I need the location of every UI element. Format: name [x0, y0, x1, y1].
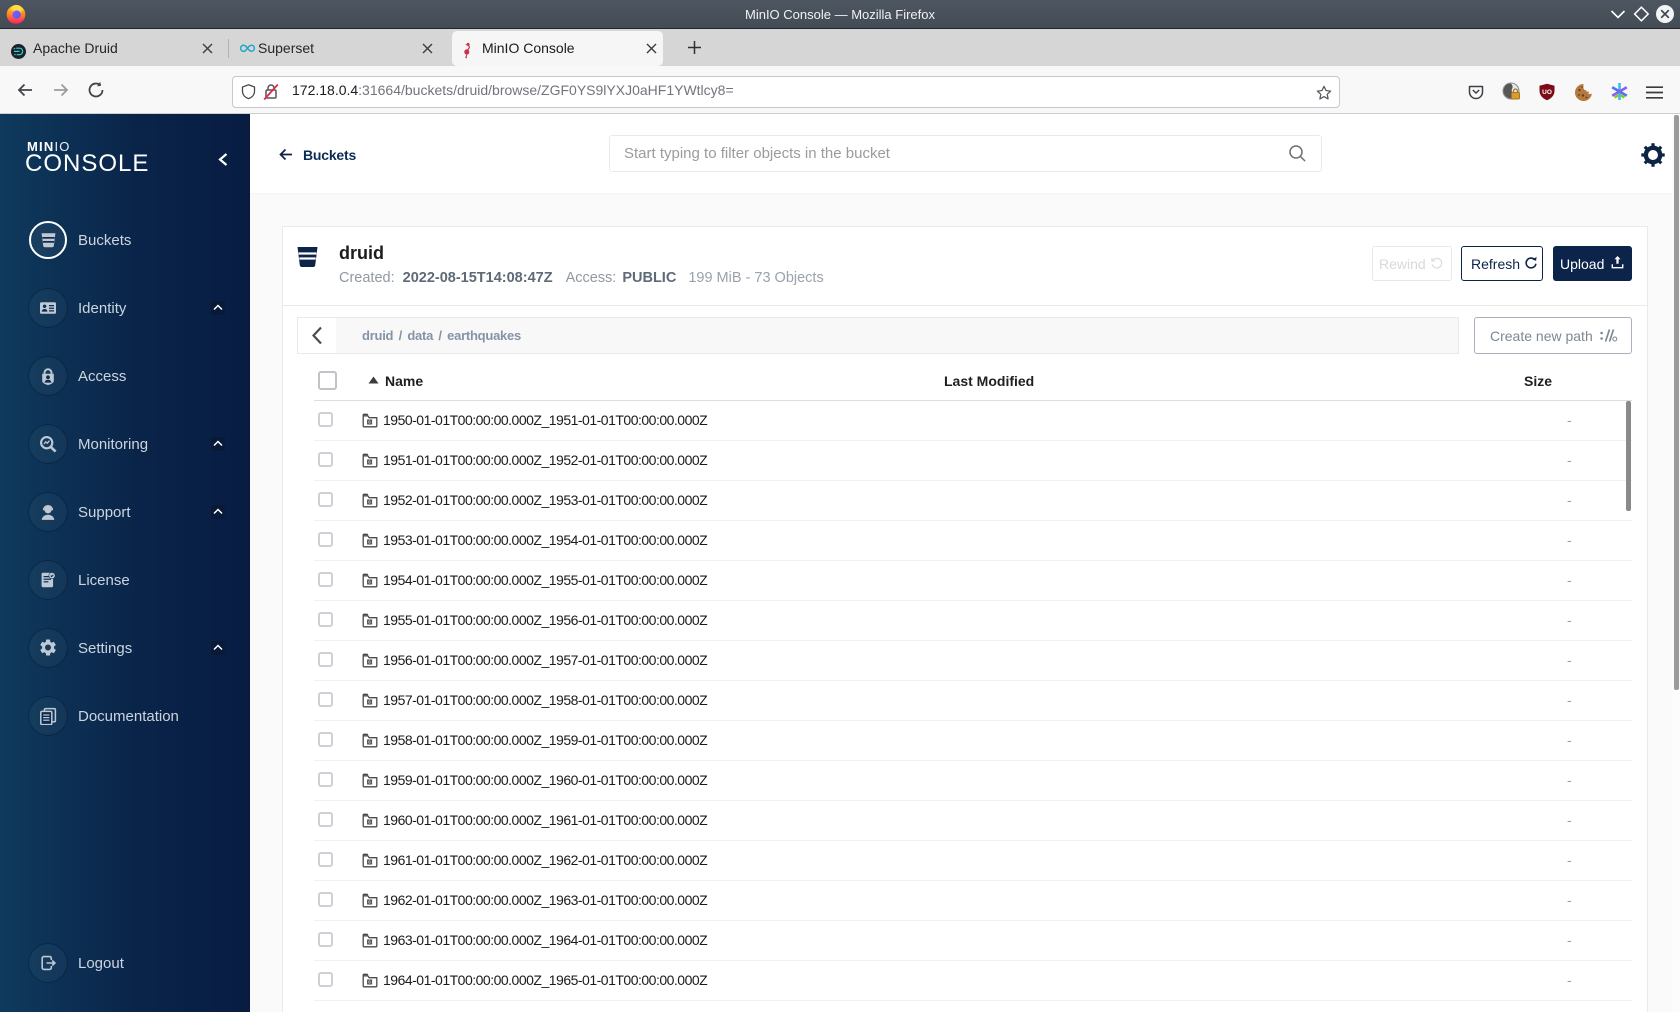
svg-text:UO: UO — [1542, 89, 1552, 96]
